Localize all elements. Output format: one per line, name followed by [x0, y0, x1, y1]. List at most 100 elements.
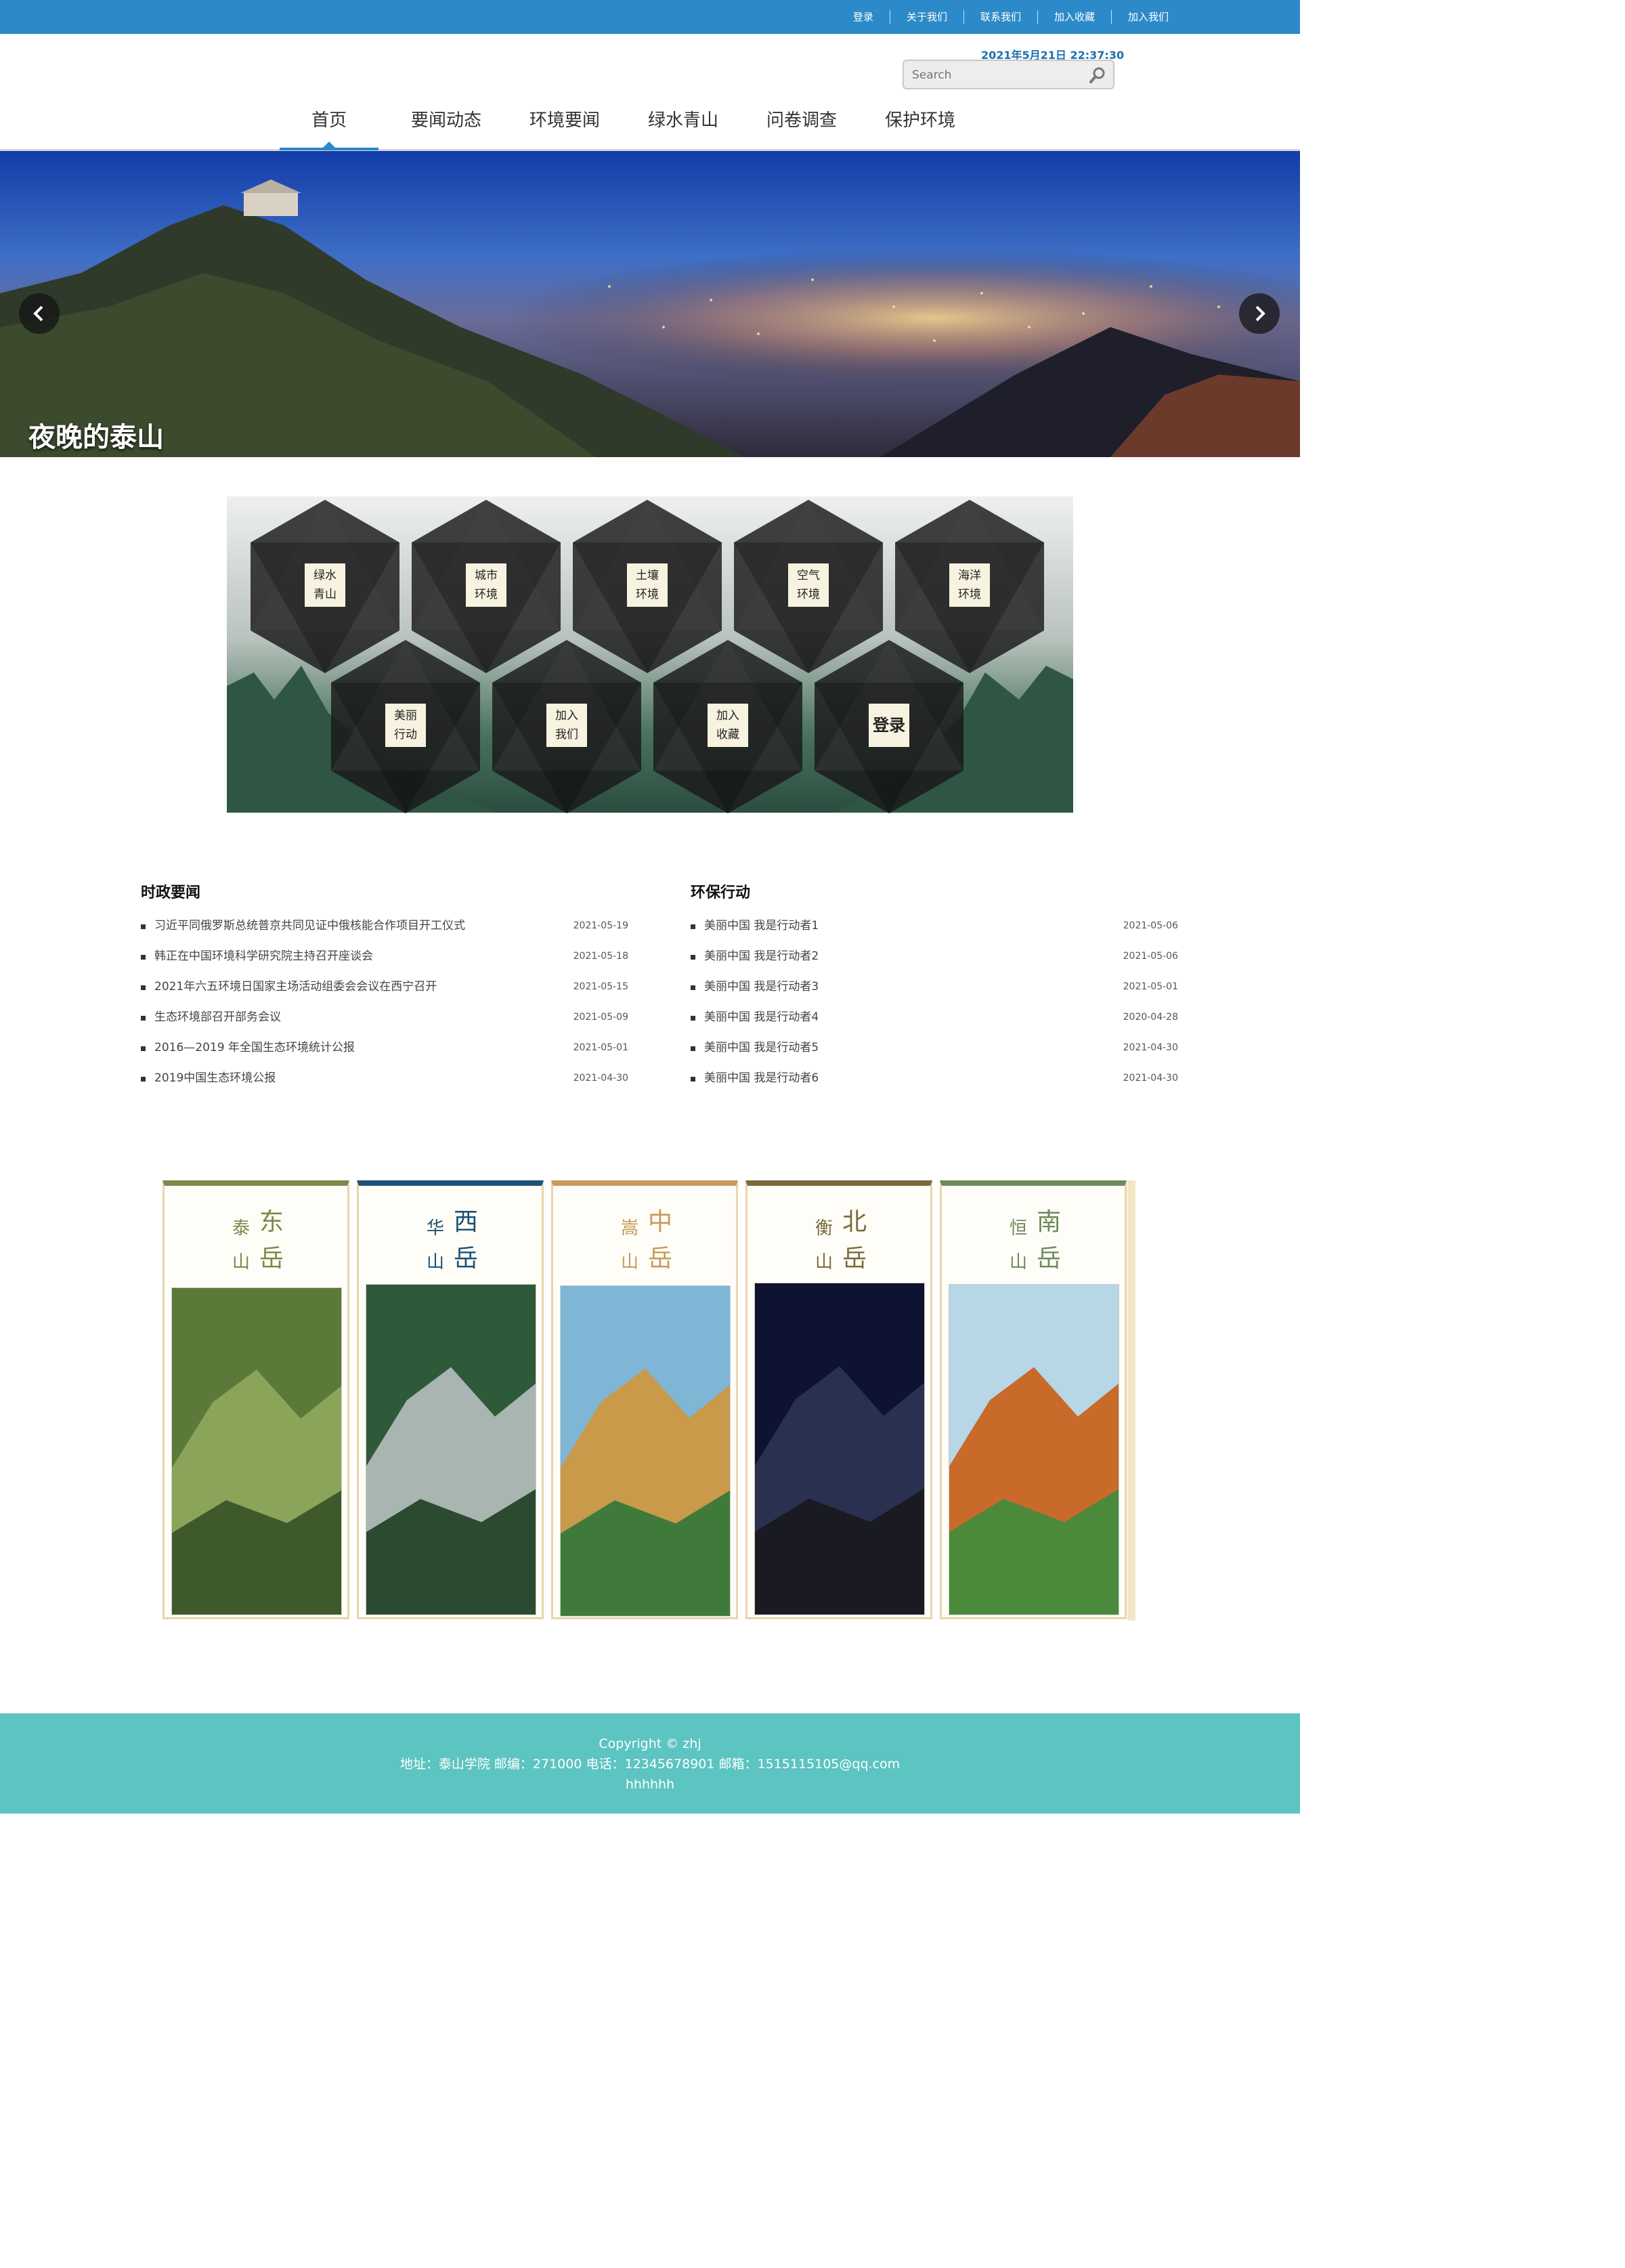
card-name-char: 华	[427, 1218, 445, 1239]
mountain-photo	[560, 1285, 731, 1617]
top-link-contact[interactable]: 联系我们	[963, 10, 1037, 24]
list-item[interactable]: 习近平同俄罗斯总统普京共同见证中俄核能合作项目开工仪式 2021-05-19	[141, 917, 628, 947]
mountain-card[interactable]: 恒山南岳	[940, 1180, 1127, 1619]
mountain-card[interactable]: 嵩山中岳	[551, 1180, 738, 1619]
nav-item-home[interactable]: 首页	[280, 96, 378, 150]
nav-item-label: 环境要闻	[529, 110, 600, 131]
active-caret-icon	[322, 142, 336, 148]
hexagon-label: 城市 环境	[466, 563, 506, 607]
news-politics-title: 时政要闻	[141, 884, 201, 901]
hexagon-label-line: 环境	[797, 588, 820, 601]
banner-night-mountain-image	[0, 151, 1300, 457]
card-title-char: 东	[259, 1208, 284, 1236]
nav-item-news[interactable]: 要闻动态	[397, 96, 496, 148]
card-name-char: 山	[815, 1252, 833, 1272]
list-item[interactable]: 2019中国生态环境公报 2021-04-30	[141, 1069, 628, 1100]
nav-item-env-news[interactable]: 环境要闻	[515, 96, 614, 148]
top-link-about[interactable]: 关于我们	[889, 10, 963, 24]
news-text: 韩正在中国环境科学研究院主持召开座谈会	[154, 949, 373, 963]
card-title-char: 岳	[842, 1245, 867, 1272]
top-bar: 登录 关于我们 联系我们 加入收藏 加入我们	[0, 0, 1300, 34]
hexagon-label: 登录	[869, 704, 909, 747]
card-name-char: 泰	[232, 1218, 251, 1239]
news-text: 美丽中国 我是行动者3	[704, 980, 819, 993]
top-link-join[interactable]: 加入我们	[1110, 10, 1185, 24]
hex-add-favorite[interactable]: 加入 收藏	[652, 639, 804, 815]
chevron-right-icon	[1255, 305, 1265, 322]
hexagon-label-line: 绿水	[313, 569, 337, 582]
mountain-card[interactable]: 泰山东岳	[162, 1180, 349, 1619]
nav-item-green[interactable]: 绿水青山	[634, 96, 733, 148]
nav-item-survey[interactable]: 问卷调查	[752, 96, 851, 148]
mountain-card[interactable]: 华山西岳	[357, 1180, 544, 1619]
news-text: 美丽中国 我是行动者2	[704, 949, 819, 963]
search-box	[903, 60, 1114, 89]
news-date: 2021-05-09	[573, 1012, 628, 1023]
news-actions-title: 环保行动	[691, 884, 751, 901]
hexagon-label-line: 登录	[873, 716, 905, 735]
news-date: 2021-05-18	[573, 951, 628, 962]
cards-edge	[1127, 1180, 1135, 1621]
news-text: 习近平同俄罗斯总统普京共同见证中俄核能合作项目开工仪式	[154, 919, 465, 933]
news-date: 2021-05-19	[573, 920, 628, 931]
hexagon-label-line: 青山	[313, 588, 337, 601]
footer-copyright: Copyright © zhj	[599, 1736, 701, 1751]
news-date: 2021-05-06	[1123, 951, 1178, 962]
hexagon-label: 海洋 环境	[949, 563, 990, 607]
top-link-favorite[interactable]: 加入收藏	[1037, 10, 1111, 24]
list-item[interactable]: 韩正在中国环境科学研究院主持召开座谈会 2021-05-18	[141, 947, 628, 978]
mountain-photo	[949, 1284, 1119, 1615]
hexagon-label-line: 空气	[797, 569, 820, 582]
news-date: 2021-05-15	[573, 981, 628, 992]
list-item[interactable]: 美丽中国 我是行动者3 2021-05-01	[691, 978, 1178, 1008]
hexagon-label-line: 我们	[555, 728, 578, 742]
news-text: 美丽中国 我是行动者5	[704, 1041, 819, 1054]
list-item[interactable]: 生态环境部召开部务会议 2021-05-09	[141, 1008, 628, 1039]
search-input[interactable]	[911, 66, 1076, 85]
hexagon-label-line: 环境	[636, 588, 659, 601]
news-date: 2021-04-30	[1123, 1042, 1178, 1053]
card-name-char: 山	[621, 1252, 639, 1272]
list-item[interactable]: 美丽中国 我是行动者6 2021-04-30	[691, 1069, 1178, 1100]
news-text: 2019中国生态环境公报	[154, 1071, 276, 1085]
news-date: 2021-04-30	[573, 1073, 628, 1084]
list-item[interactable]: 美丽中国 我是行动者4 2020-04-28	[691, 1008, 1178, 1039]
hexagon-label-line: 收藏	[716, 728, 739, 742]
hexagon-label-line: 加入	[555, 709, 578, 723]
banner-next-button[interactable]	[1239, 293, 1280, 334]
mountain-photo	[171, 1287, 342, 1615]
nav-item-label: 首页	[311, 110, 347, 131]
list-item[interactable]: 美丽中国 我是行动者5 2021-04-30	[691, 1039, 1178, 1069]
hex-beautiful-action[interactable]: 美丽 行动	[330, 639, 481, 815]
list-item[interactable]: 美丽中国 我是行动者1 2021-05-06	[691, 917, 1178, 947]
list-item[interactable]: 美丽中国 我是行动者2 2021-05-06	[691, 947, 1178, 978]
news-date: 2021-05-06	[1123, 920, 1178, 931]
banner-prev-button[interactable]	[19, 293, 60, 334]
news-text: 生态环境部召开部务会议	[154, 1010, 281, 1024]
card-name-char: 嵩	[621, 1218, 639, 1239]
footer-address: 地址：泰山学院 邮编：271000 电话：12345678901 邮箱：1515…	[399, 1757, 901, 1772]
card-title-char: 南	[1037, 1208, 1062, 1236]
hex-login[interactable]: 登录	[813, 639, 965, 815]
news-politics: 时政要闻 习近平同俄罗斯总统普京共同见证中俄核能合作项目开工仪式 2021-05-…	[141, 880, 628, 1100]
top-link-login[interactable]: 登录	[837, 10, 890, 24]
chevron-left-icon	[33, 305, 43, 322]
card-name-char: 衡	[815, 1218, 833, 1239]
news-date: 2021-04-30	[1123, 1073, 1178, 1084]
hexagon-label: 美丽 行动	[385, 704, 426, 747]
footer-extra: hhhhhh	[625, 1777, 675, 1792]
mountain-card[interactable]: 衡山北岳	[745, 1180, 932, 1619]
list-item[interactable]: 2021年六五环境日国家主场活动组委会会议在西宁召开 2021-05-15	[141, 978, 628, 1008]
hexagon-label-line: 海洋	[958, 569, 981, 582]
hex-join-us[interactable]: 加入 我们	[491, 639, 643, 815]
banner-caption: 夜晚的泰山	[28, 422, 164, 453]
nav-item-protect[interactable]: 保护环境	[871, 96, 970, 148]
hexagon-label: 土壤 环境	[627, 563, 668, 607]
news-text: 2021年六五环境日国家主场活动组委会会议在西宁召开	[154, 980, 437, 993]
nav-item-label: 保护环境	[884, 110, 955, 131]
list-item[interactable]: 2016—2019 年全国生态环境统计公报 2021-05-01	[141, 1039, 628, 1069]
search-icon[interactable]	[1089, 66, 1106, 84]
nav-item-label: 绿水青山	[647, 110, 718, 131]
news-date: 2021-05-01	[1123, 981, 1178, 992]
top-links: 登录 关于我们 联系我们 加入收藏 加入我们	[837, 0, 1185, 34]
